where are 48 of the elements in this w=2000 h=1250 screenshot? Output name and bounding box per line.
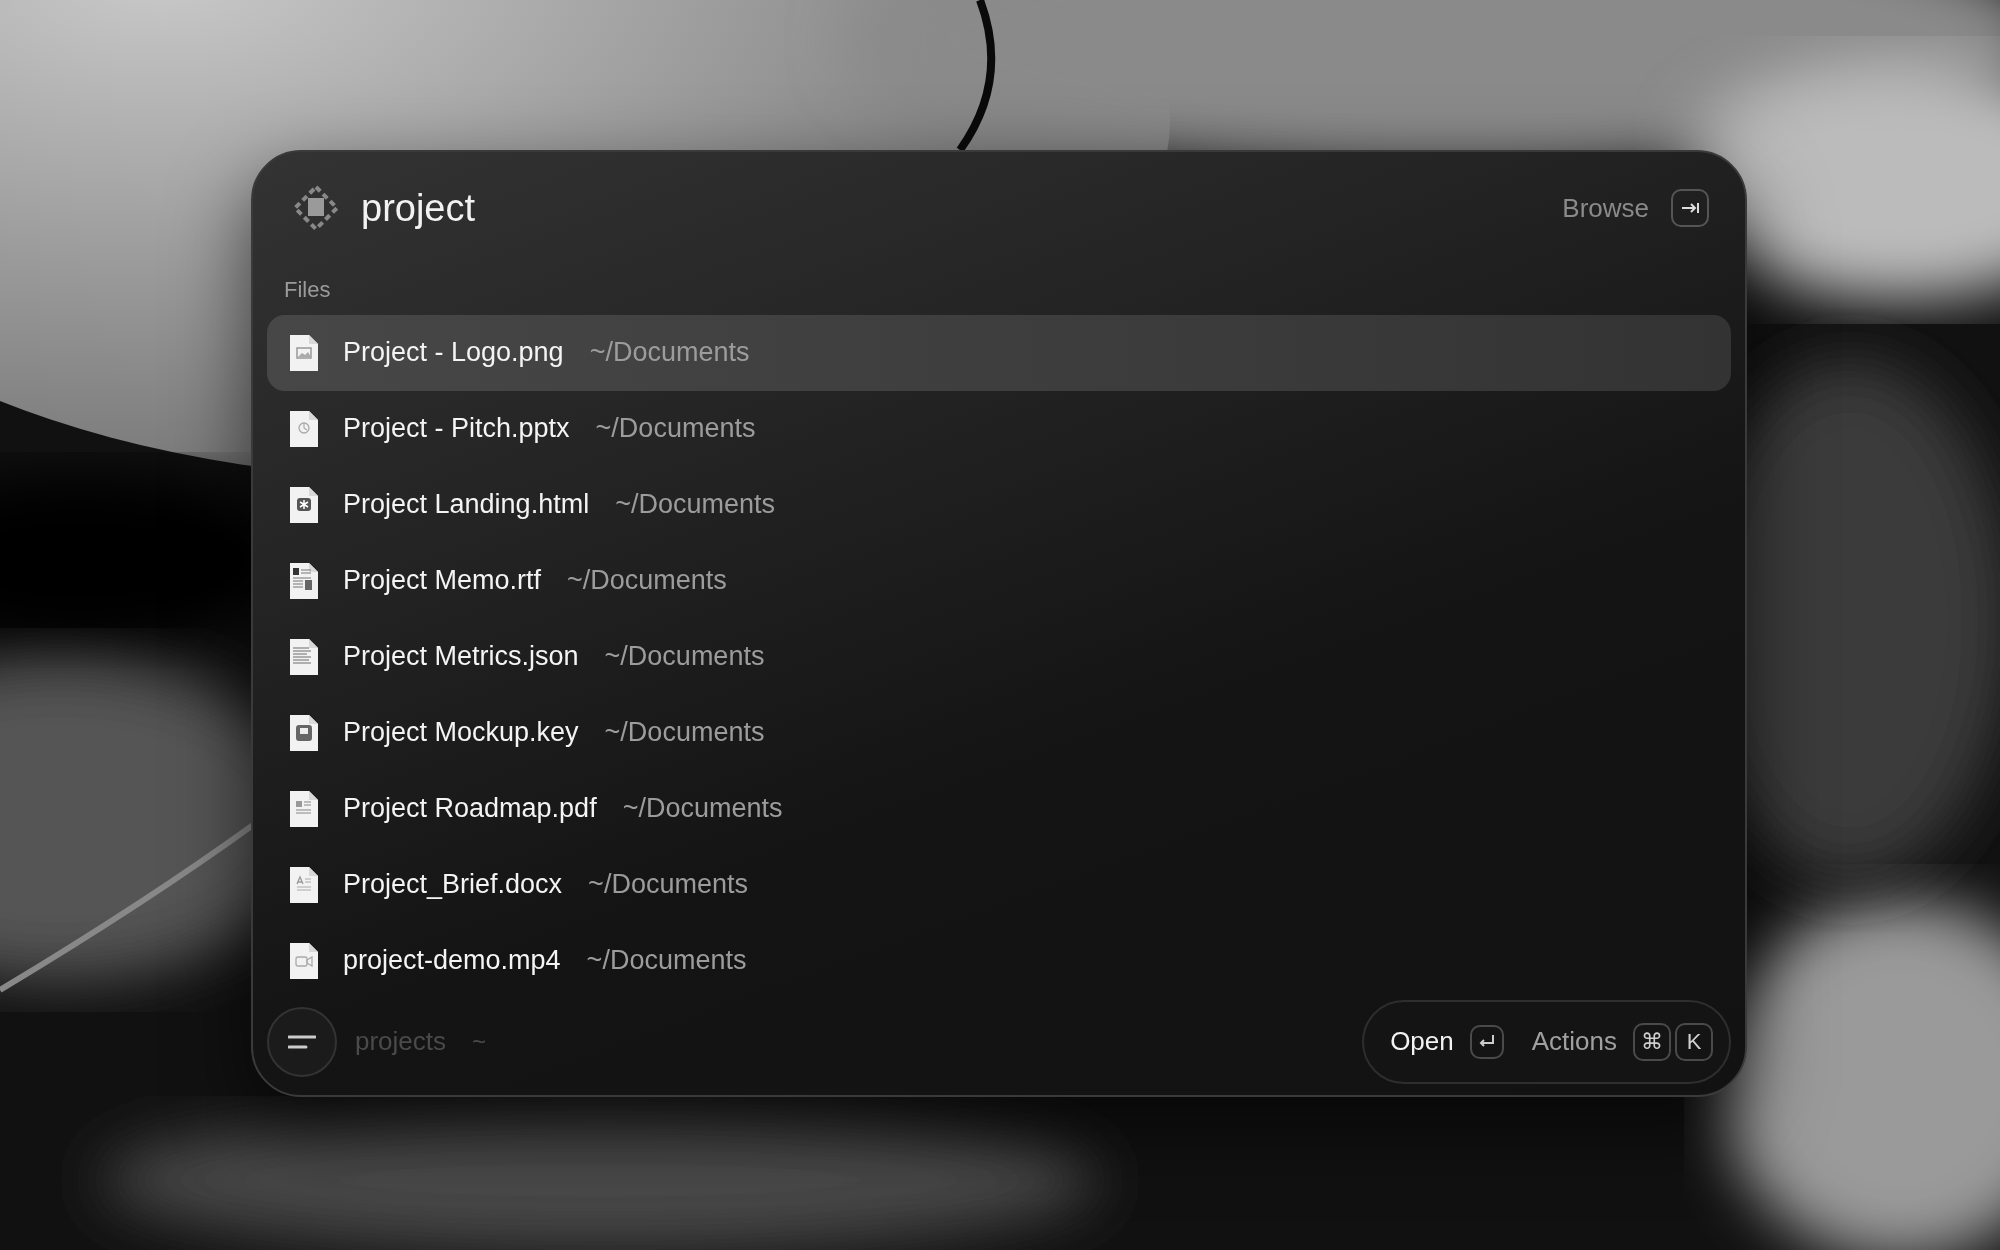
- action-label[interactable]: Open: [1390, 1026, 1454, 1058]
- file-path: ~/Documents: [586, 945, 747, 977]
- return-key-icon: [1469, 1024, 1504, 1059]
- file-path: ~/Documents: [589, 337, 750, 369]
- file-row[interactable]: Project - Pitch.pptx ~/Documents: [267, 390, 1731, 467]
- search-query[interactable]: project: [361, 186, 1541, 230]
- file-name: Project Landing.html: [343, 489, 590, 521]
- file-path: ~/Documents: [622, 793, 783, 825]
- file-name: Project Roadmap.pdf: [343, 793, 597, 825]
- file-path: ~/Documents: [604, 641, 765, 673]
- file-icon: [289, 637, 319, 676]
- file-row[interactable]: Project Memo.rtf ~/Documents: [267, 542, 1731, 619]
- menu-icon: [288, 1033, 316, 1050]
- file-icon: [289, 409, 319, 448]
- tab-key-icon: [1671, 189, 1709, 228]
- file-name: Project_Brief.docx: [343, 869, 563, 901]
- section-title: Files: [283, 275, 332, 304]
- file-row[interactable]: Project Landing.html ~/Documents: [267, 466, 1731, 543]
- file-icon: [289, 941, 319, 980]
- file-path: ~/Documents: [604, 717, 765, 749]
- file-row[interactable]: project-demo.mp4 ~/Documents: [267, 922, 1731, 999]
- browse-label[interactable]: Browse: [1562, 192, 1649, 224]
- file-name: Project - Pitch.pptx: [343, 413, 570, 445]
- file-name: Project Metrics.json: [343, 641, 579, 673]
- file-path: ~/Documents: [588, 869, 748, 901]
- file-row[interactable]: Project Roadmap.pdf ~/Documents: [267, 770, 1731, 847]
- file-row[interactable]: Project - Logo.png ~/Documents: [267, 314, 1731, 391]
- file-icon: [289, 561, 319, 600]
- file-path: ~/Documents: [615, 489, 775, 521]
- file-icon: [289, 789, 319, 828]
- context-path: ~: [472, 1027, 488, 1056]
- file-path: ~/Documents: [595, 413, 756, 445]
- file-icon: [289, 713, 319, 752]
- diamond-logo-icon: [293, 185, 339, 232]
- file-path: ~/Documents: [567, 565, 727, 597]
- action-label[interactable]: Actions: [1531, 1026, 1617, 1058]
- file-row[interactable]: Project Mockup.key ~/Documents: [267, 694, 1731, 771]
- file-icon: [289, 865, 319, 904]
- file-name: Project - Logo.png: [343, 337, 564, 369]
- file-name: Project Mockup.key: [343, 717, 579, 749]
- file-row[interactable]: Project_Brief.docx ~/Documents: [267, 846, 1731, 923]
- file-icon: [289, 333, 319, 372]
- file-icon: [289, 485, 319, 524]
- key-cap: K: [1675, 1022, 1713, 1061]
- file-name: project-demo.mp4: [343, 945, 561, 977]
- file-row[interactable]: Project Metrics.json ~/Documents: [267, 618, 1731, 695]
- file-name: Project Memo.rtf: [343, 565, 542, 597]
- key-cap: ⌘: [1633, 1022, 1671, 1061]
